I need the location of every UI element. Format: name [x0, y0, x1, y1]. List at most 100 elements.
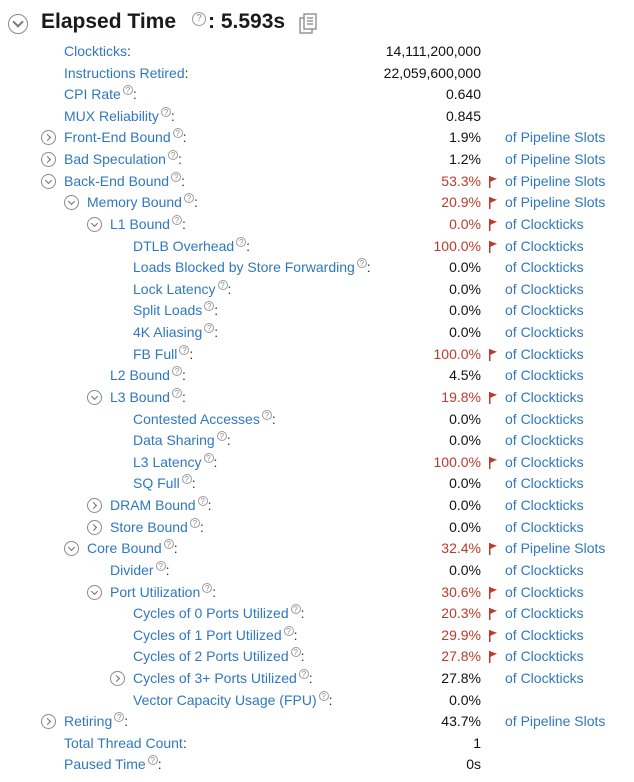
- metric-unit[interactable]: of Clockticks: [505, 562, 584, 578]
- help-icon[interactable]: ?: [290, 604, 301, 615]
- help-icon[interactable]: ?: [122, 85, 133, 96]
- metric-unit[interactable]: of Clockticks: [505, 432, 584, 448]
- metric-label[interactable]: DTLB Overhead?:: [133, 236, 250, 254]
- metric-label[interactable]: Loads Blocked by Store Forwarding?:: [133, 258, 371, 275]
- metric-label[interactable]: Vector Capacity Usage (FPU)?:: [133, 690, 333, 708]
- chevron-down-icon[interactable]: [87, 216, 102, 232]
- metric-label[interactable]: Port Utilization?:: [110, 582, 216, 600]
- help-icon[interactable]: ?: [290, 647, 301, 658]
- help-icon[interactable]: ?: [204, 323, 215, 334]
- help-icon[interactable]: ?: [171, 171, 182, 182]
- help-icon[interactable]: ?: [203, 452, 214, 463]
- metric-unit[interactable]: of Clockticks: [505, 497, 584, 513]
- metric-unit[interactable]: of Clockticks: [505, 389, 584, 405]
- help-icon[interactable]: ?: [114, 712, 125, 723]
- metric-label[interactable]: Cycles of 0 Ports Utilized?:: [133, 604, 305, 621]
- collapse-toggle-icon[interactable]: [8, 14, 28, 34]
- metric-label[interactable]: CPI Rate?:: [64, 85, 137, 102]
- chevron-down-icon[interactable]: [87, 584, 102, 600]
- metric-label[interactable]: L3 Bound?:: [110, 387, 186, 405]
- help-icon[interactable]: ?: [147, 755, 158, 766]
- help-icon[interactable]: ?: [171, 214, 182, 225]
- metric-label[interactable]: Store Bound?:: [110, 517, 204, 535]
- chevron-down-icon[interactable]: [41, 173, 56, 189]
- help-icon[interactable]: ?: [217, 279, 228, 290]
- metric-label[interactable]: Cycles of 3+ Ports Utilized?:: [133, 668, 313, 686]
- metric-label[interactable]: Bad Speculation?:: [64, 150, 182, 167]
- chevron-right-icon[interactable]: [87, 498, 102, 514]
- metric-label[interactable]: Data Sharing?:: [133, 431, 231, 448]
- metric-unit[interactable]: of Clockticks: [505, 324, 584, 340]
- metric-unit[interactable]: of Clockticks: [505, 627, 584, 643]
- metric-label[interactable]: 4K Aliasing?:: [133, 323, 218, 340]
- chevron-down-icon[interactable]: [64, 195, 79, 211]
- metric-label[interactable]: Total Thread Count:: [64, 735, 187, 751]
- help-icon[interactable]: ?: [179, 344, 190, 355]
- chevron-down-icon[interactable]: [64, 541, 79, 557]
- help-icon[interactable]: ?: [171, 387, 182, 398]
- help-icon[interactable]: ?: [318, 690, 329, 701]
- help-icon[interactable]: ?: [261, 409, 272, 420]
- help-icon[interactable]: ?: [204, 301, 215, 312]
- metric-label[interactable]: L2 Bound?:: [110, 366, 186, 383]
- metric-label[interactable]: Cycles of 2 Ports Utilized?:: [133, 647, 305, 664]
- chevron-down-icon[interactable]: [87, 389, 102, 405]
- help-icon[interactable]: ?: [283, 625, 294, 636]
- chevron-right-icon[interactable]: [41, 130, 56, 146]
- chevron-right-icon[interactable]: [110, 670, 125, 686]
- metric-label[interactable]: Split Loads?:: [133, 301, 218, 318]
- metric-unit[interactable]: of Clockticks: [505, 648, 584, 664]
- metric-unit[interactable]: of Pipeline Slots: [505, 173, 605, 189]
- metric-unit[interactable]: of Pipeline Slots: [505, 194, 605, 210]
- help-icon[interactable]: ?: [298, 668, 309, 679]
- help-icon[interactable]: ?: [167, 150, 178, 161]
- metric-unit[interactable]: of Clockticks: [505, 475, 584, 491]
- metric-label[interactable]: SQ Full?:: [133, 474, 196, 491]
- metric-unit[interactable]: of Clockticks: [505, 584, 584, 600]
- metric-label[interactable]: Paused Time?:: [64, 755, 162, 772]
- metric-label[interactable]: Lock Latency?:: [133, 279, 231, 297]
- metric-unit[interactable]: of Clockticks: [505, 454, 584, 470]
- metric-unit[interactable]: of Pipeline Slots: [505, 540, 605, 556]
- help-icon[interactable]: ?: [192, 12, 206, 26]
- copy-icon[interactable]: [298, 13, 318, 35]
- metric-unit[interactable]: of Clockticks: [505, 281, 584, 297]
- metric-label[interactable]: FB Full?:: [133, 344, 193, 362]
- metric-label[interactable]: Memory Bound?:: [87, 193, 198, 210]
- metric-unit[interactable]: of Pipeline Slots: [505, 713, 605, 729]
- metric-unit[interactable]: of Clockticks: [505, 259, 584, 275]
- metric-unit[interactable]: of Clockticks: [505, 346, 584, 362]
- help-icon[interactable]: ?: [197, 496, 208, 507]
- metric-unit[interactable]: of Clockticks: [505, 411, 584, 427]
- metric-label[interactable]: Back-End Bound?:: [64, 171, 185, 189]
- help-icon[interactable]: ?: [172, 128, 183, 139]
- metric-label[interactable]: Core Bound?:: [87, 539, 178, 556]
- metric-label[interactable]: Instructions Retired:: [64, 65, 189, 81]
- metric-label[interactable]: Cycles of 1 Port Utilized?:: [133, 625, 298, 643]
- chevron-right-icon[interactable]: [87, 519, 102, 535]
- chevron-right-icon[interactable]: [41, 152, 56, 168]
- help-icon[interactable]: ?: [189, 517, 200, 528]
- chevron-right-icon[interactable]: [41, 714, 56, 730]
- help-icon[interactable]: ?: [183, 193, 194, 204]
- metric-unit[interactable]: of Clockticks: [505, 670, 584, 686]
- metric-label[interactable]: Clockticks:: [64, 43, 131, 59]
- metric-label[interactable]: MUX Reliability?:: [64, 106, 175, 124]
- metric-unit[interactable]: of Pipeline Slots: [505, 151, 605, 167]
- help-icon[interactable]: ?: [216, 431, 227, 442]
- metric-unit[interactable]: of Clockticks: [505, 605, 584, 621]
- metric-unit[interactable]: of Pipeline Slots: [505, 129, 605, 145]
- metric-unit[interactable]: of Clockticks: [505, 367, 584, 383]
- help-icon[interactable]: ?: [236, 236, 247, 247]
- metric-unit[interactable]: of Clockticks: [505, 238, 584, 254]
- metric-label[interactable]: L3 Latency?:: [133, 452, 217, 470]
- metric-label[interactable]: L1 Bound?:: [110, 214, 186, 232]
- metric-unit[interactable]: of Clockticks: [505, 302, 584, 318]
- metric-unit[interactable]: of Clockticks: [505, 216, 584, 232]
- metric-label[interactable]: Front-End Bound?:: [64, 128, 187, 145]
- help-icon[interactable]: ?: [181, 474, 192, 485]
- metric-label[interactable]: Contested Accesses?:: [133, 409, 276, 427]
- help-icon[interactable]: ?: [155, 560, 166, 571]
- metric-label[interactable]: Divider?:: [110, 560, 169, 578]
- metric-unit[interactable]: of Clockticks: [505, 519, 584, 535]
